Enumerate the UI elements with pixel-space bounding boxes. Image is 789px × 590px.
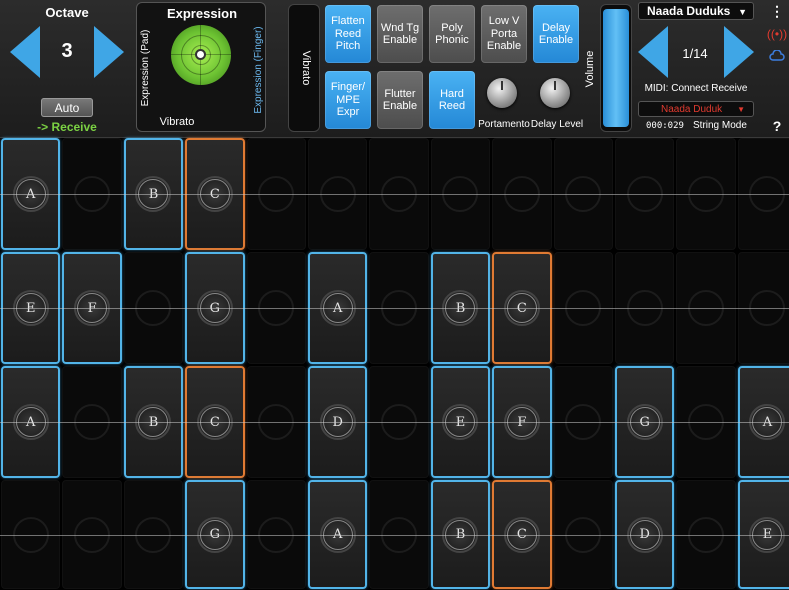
expression-pad[interactable]: Expression Expression (Pad) Expression (… [136,2,266,132]
octave-down-button[interactable] [10,26,40,78]
portamento-label: Portamento [478,119,530,130]
expression-target-icon [171,25,231,85]
volume-label: Volume [584,50,596,88]
preset-title: Naada Duduks [647,4,731,18]
more-icon[interactable]: ⋮ [768,2,786,20]
octave-label: Octave [45,4,89,20]
preset-next-button[interactable] [724,26,754,78]
preset-prev-button[interactable] [638,26,668,78]
volume-fill [603,9,629,127]
preset-dropdown[interactable]: Naada Duduks ▼ [638,2,754,20]
string-line [0,194,789,195]
finger-mpe-expr-button[interactable]: Finger/ MPE Expr [325,71,371,129]
midi-status: MIDI: Connect Receive [644,83,748,94]
flutter-enable-button[interactable]: Flutter Enable [377,71,423,129]
expression-title: Expression [166,5,238,21]
octave-up-button[interactable] [94,26,124,78]
arrow-left-icon [638,26,668,78]
expression-finger-axis-label: Expression (Finger) [253,26,264,114]
delay-enable-button[interactable]: Delay Enable [533,5,579,63]
wind-trigger-enable-button[interactable]: Wnd Tg Enable [377,5,423,63]
chevron-down-icon: ▼ [737,105,745,114]
string-line [0,534,789,536]
toolbar: Octave 3 Auto -> Receive Expression Expr… [0,0,789,138]
string-line [0,308,789,309]
note-grid[interactable]: ABCEFGABCABCDEFGAGABCDE [0,137,789,590]
octave-value: 3 [61,39,73,62]
hard-reed-button[interactable]: Hard Reed [429,71,475,129]
arrow-right-icon [724,26,754,78]
poly-phonic-button[interactable]: Poly Phonic [429,5,475,63]
expression-pad-axis-label: Expression (Pad) [140,29,151,107]
cloud-icon[interactable] [768,48,786,62]
receive-label: -> Receive [37,119,97,134]
volume-slider[interactable] [600,4,632,132]
vibrato-slider[interactable]: Vibrato [288,4,320,132]
instrument-name: Naada Duduk [661,103,723,115]
low-v-porta-enable-button[interactable]: Low V Porta Enable [481,5,527,63]
arrow-right-icon [94,26,124,78]
string-line [0,422,789,423]
help-icon[interactable]: ? [768,117,786,135]
vibrato-label: Vibrato [300,50,312,86]
auto-button[interactable]: Auto [41,98,93,117]
instrument-dropdown[interactable]: Naada Duduk ▼ [638,101,754,117]
string-mode-label: String Mode [693,120,747,131]
time-readout: 000:029 [646,121,684,131]
vibrato-axis-label: Vibrato [159,116,195,128]
chevron-down-icon: ▼ [738,7,747,17]
portamento-knob[interactable] [487,78,517,108]
broadcast-icon[interactable]: ((•)) [767,26,787,42]
delay-level-knob[interactable] [540,78,570,108]
expression-handle[interactable] [195,49,206,60]
delay-level-label: Delay Level [530,119,584,130]
arrow-left-icon [10,26,40,78]
preset-counter: 1/14 [682,45,708,61]
flatten-reed-pitch-button[interactable]: Flatten Reed Pitch [325,5,371,63]
